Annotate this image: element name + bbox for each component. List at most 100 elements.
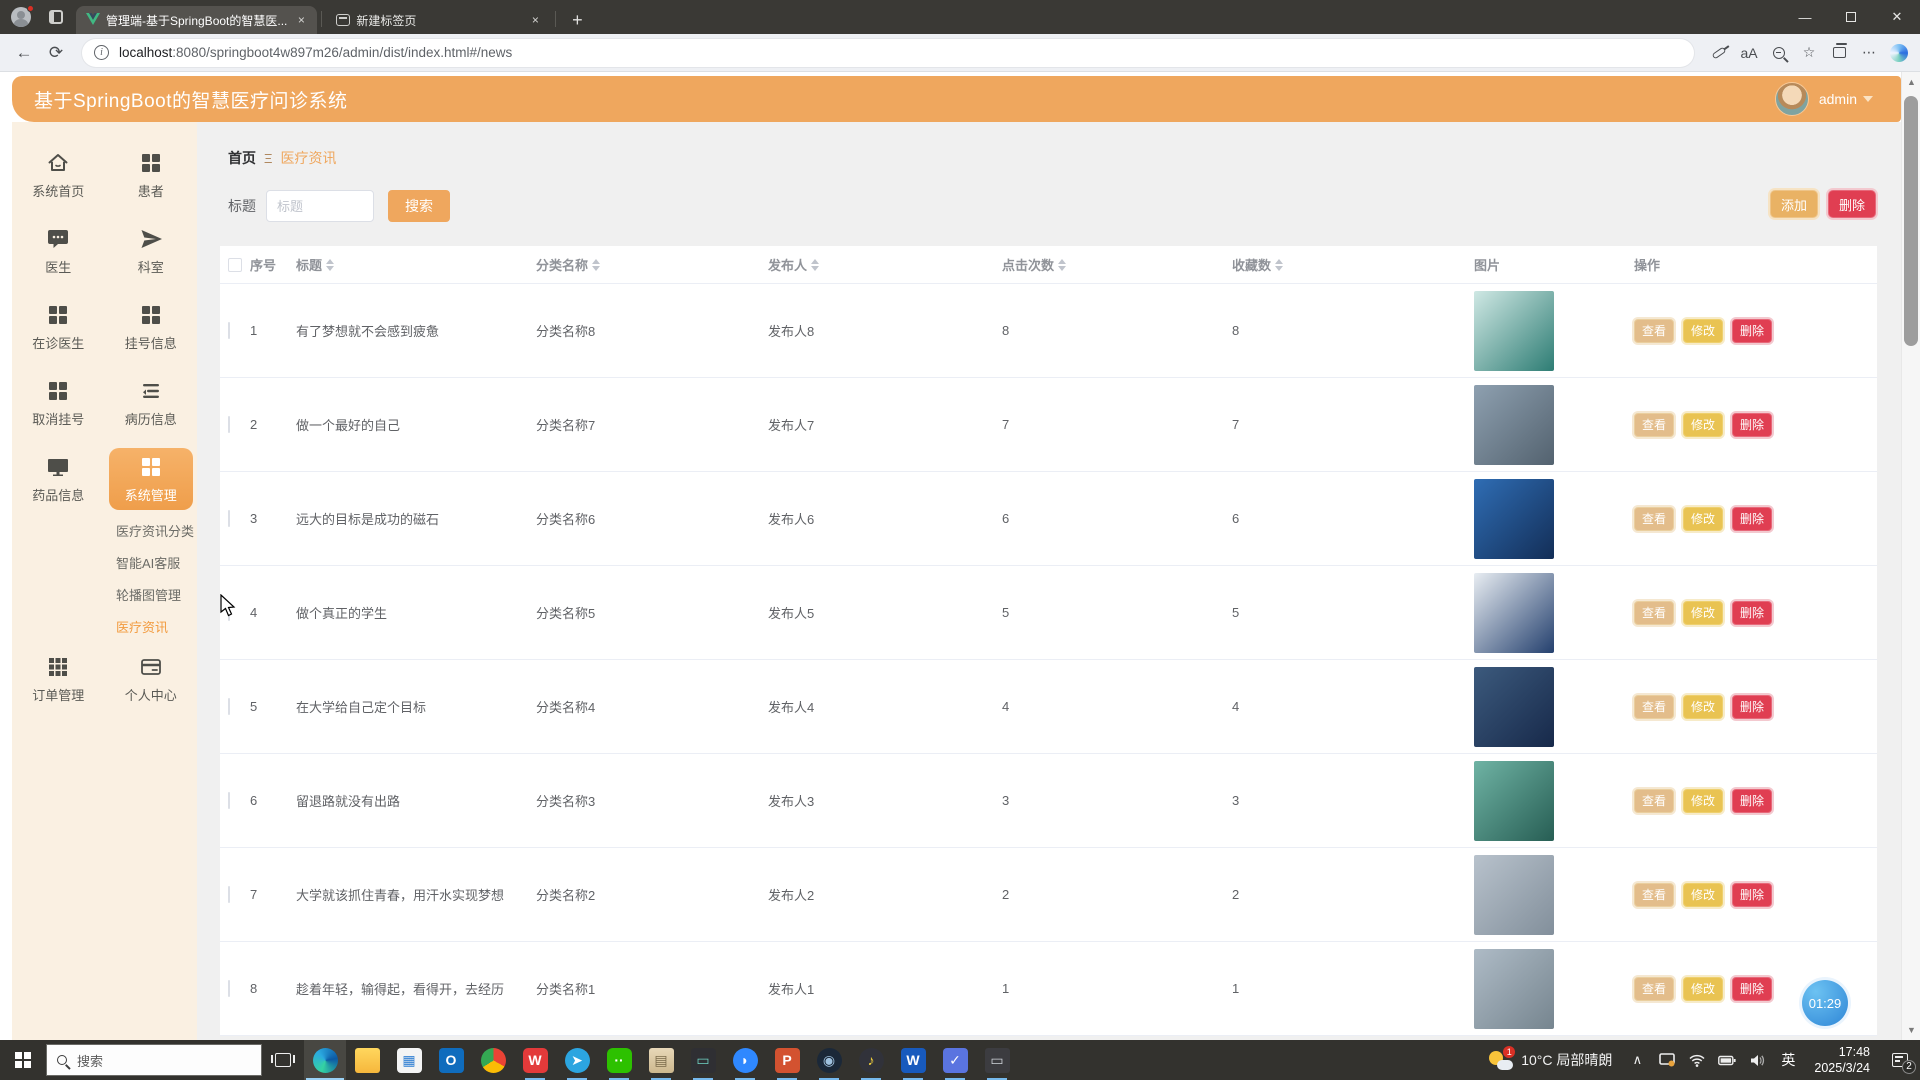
taskbar-app-files[interactable]: ▤ (640, 1040, 682, 1080)
volume-icon[interactable] (1742, 1040, 1772, 1080)
news-thumbnail-image[interactable] (1474, 291, 1554, 371)
row-checkbox[interactable] (228, 510, 230, 527)
taskbar-app-todo[interactable]: ✓ (934, 1040, 976, 1080)
taskbar-app-word[interactable]: W (892, 1040, 934, 1080)
row-checkbox[interactable] (228, 980, 230, 997)
view-button[interactable]: 查看 (1634, 695, 1674, 719)
close-button[interactable]: ✕ (1874, 0, 1920, 34)
delete-row-button[interactable]: 删除 (1732, 695, 1772, 719)
maximize-button[interactable] (1828, 0, 1874, 34)
taskbar-app-powerpoint[interactable]: P (766, 1040, 808, 1080)
sidebar-item-病历信息[interactable]: 病历信息 (105, 372, 198, 434)
sort-carets-icon[interactable] (811, 259, 819, 271)
view-button[interactable]: 查看 (1634, 789, 1674, 813)
row-checkbox[interactable] (228, 604, 230, 621)
tab-close-icon[interactable]: × (527, 12, 543, 28)
sidebar-item-系统管理[interactable]: 系统管理 (109, 448, 194, 510)
sort-carets-icon[interactable] (1275, 259, 1283, 271)
taskbar-app-chrome[interactable] (472, 1040, 514, 1080)
news-thumbnail-image[interactable] (1474, 667, 1554, 747)
row-checkbox[interactable] (228, 322, 230, 339)
row-checkbox[interactable] (228, 886, 230, 903)
row-checkbox[interactable] (228, 416, 230, 433)
column-header-点击次数[interactable]: 点击次数 (1002, 255, 1232, 274)
start-button[interactable] (0, 1040, 46, 1080)
column-header-标题[interactable]: 标题 (296, 255, 536, 274)
submenu-item-医疗资讯分类[interactable]: 医疗资讯分类 (12, 516, 197, 548)
sidebar-item-取消挂号[interactable]: 取消挂号 (12, 372, 105, 434)
search-button[interactable]: 搜索 (388, 190, 450, 222)
taskbar-app-wechat[interactable]: ·· (598, 1040, 640, 1080)
taskbar-app-edge[interactable] (304, 1040, 346, 1080)
news-thumbnail-image[interactable] (1474, 385, 1554, 465)
delete-row-button[interactable]: 删除 (1732, 883, 1772, 907)
column-header-收藏数[interactable]: 收藏数 (1232, 255, 1474, 274)
taskbar-app-qqmusic[interactable]: ♪ (850, 1040, 892, 1080)
view-button[interactable]: 查看 (1634, 601, 1674, 625)
sidebar-item-在诊医生[interactable]: 在诊医生 (12, 296, 105, 358)
weather-widget[interactable]: 1 10°C 局部晴朗 (1479, 1040, 1622, 1080)
delete-row-button[interactable]: 删除 (1732, 977, 1772, 1001)
user-dropdown[interactable]: admin (1775, 82, 1873, 116)
sidebar-item-订单管理[interactable]: 订单管理 (12, 648, 105, 710)
select-all-checkbox[interactable] (228, 258, 242, 272)
clock[interactable]: 17:48 2025/3/24 (1804, 1044, 1880, 1077)
taskbar-app-store[interactable]: ▦ (388, 1040, 430, 1080)
sidebar-item-科室[interactable]: 科室 (105, 220, 198, 282)
page-scrollbar[interactable]: ▲ ▼ (1901, 72, 1920, 1040)
scrollbar-thumb[interactable] (1904, 96, 1918, 346)
input-language-indicator[interactable]: 英 (1772, 1050, 1804, 1070)
news-thumbnail-image[interactable] (1474, 855, 1554, 935)
title-filter-input[interactable] (266, 190, 374, 222)
taskbar-app-wps[interactable]: W (514, 1040, 556, 1080)
browser-menu-icon[interactable]: ⋯ (1854, 39, 1884, 67)
wifi-icon[interactable] (1682, 1040, 1712, 1080)
cast-icon[interactable] (1652, 1040, 1682, 1080)
taskbar-app-devtool[interactable]: ▭ (682, 1040, 724, 1080)
taskbar-app-projector[interactable]: ▭ (976, 1040, 1018, 1080)
edit-button[interactable]: 修改 (1683, 977, 1723, 1001)
tab-close-icon[interactable]: × (293, 12, 309, 28)
collections-icon[interactable] (1824, 39, 1854, 67)
taskbar-search-box[interactable]: 搜索 (46, 1044, 262, 1076)
submenu-item-医疗资讯[interactable]: 医疗资讯 (12, 612, 197, 644)
site-info-icon[interactable]: i (94, 45, 109, 60)
sidebar-item-系统首页[interactable]: 系统首页 (12, 144, 105, 206)
view-button[interactable]: 查看 (1634, 319, 1674, 343)
taskbar-app-dingtalk[interactable]: ◗ (724, 1040, 766, 1080)
minimize-button[interactable]: — (1782, 0, 1828, 34)
edit-button[interactable]: 修改 (1683, 507, 1723, 531)
sidebar-item-医生[interactable]: 医生 (12, 220, 105, 282)
edit-button[interactable]: 修改 (1683, 601, 1723, 625)
sort-carets-icon[interactable] (326, 259, 334, 271)
scroll-up-arrow[interactable]: ▲ (1902, 74, 1920, 90)
sidebar-item-药品信息[interactable]: 药品信息 (12, 448, 105, 510)
delete-row-button[interactable]: 删除 (1732, 413, 1772, 437)
breadcrumb-home[interactable]: 首页 (228, 148, 256, 168)
view-button[interactable]: 查看 (1634, 883, 1674, 907)
column-header-发布人[interactable]: 发布人 (768, 255, 1002, 274)
delete-row-button[interactable]: 删除 (1732, 507, 1772, 531)
column-header-分类名称[interactable]: 分类名称 (536, 255, 768, 274)
edit-button[interactable]: 修改 (1683, 695, 1723, 719)
new-tab-button[interactable]: + (564, 7, 590, 33)
delete-button[interactable]: 删除 (1828, 190, 1876, 218)
sort-carets-icon[interactable] (592, 259, 600, 271)
row-checkbox[interactable] (228, 792, 230, 809)
zoom-out-icon[interactable] (1764, 39, 1794, 67)
row-checkbox[interactable] (228, 698, 230, 715)
sidebar-item-患者[interactable]: 患者 (105, 144, 198, 206)
submenu-item-智能AI客服[interactable]: 智能AI客服 (12, 548, 197, 580)
scroll-down-arrow[interactable]: ▼ (1902, 1022, 1920, 1038)
news-thumbnail-image[interactable] (1474, 573, 1554, 653)
view-button[interactable]: 查看 (1634, 413, 1674, 437)
copilot-icon[interactable] (1884, 39, 1914, 67)
delete-row-button[interactable]: 删除 (1732, 319, 1772, 343)
sidebar-item-挂号信息[interactable]: 挂号信息 (105, 296, 198, 358)
sort-carets-icon[interactable] (1058, 259, 1066, 271)
task-view-button[interactable] (262, 1040, 304, 1080)
browser-tab-active[interactable]: 管理端-基于SpringBoot的智慧医... × (76, 6, 317, 34)
back-button[interactable]: ← (8, 38, 40, 68)
view-button[interactable]: 查看 (1634, 507, 1674, 531)
battery-icon[interactable] (1712, 1040, 1742, 1080)
